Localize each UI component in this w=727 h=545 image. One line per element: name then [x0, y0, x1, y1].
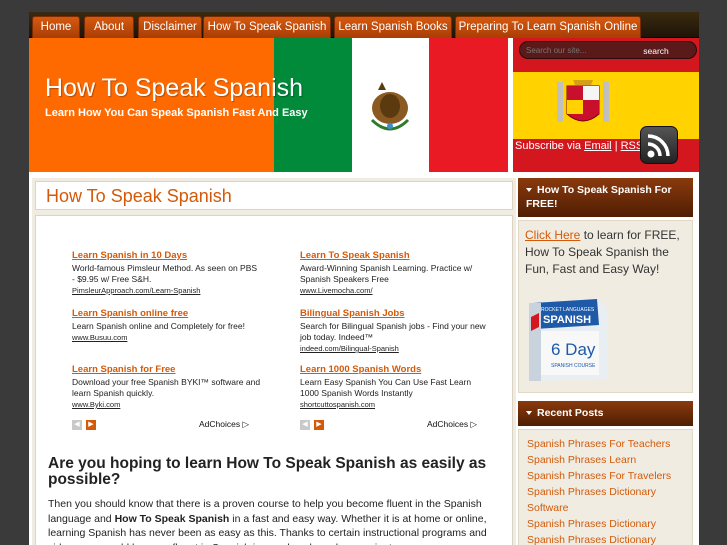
- ad-unit: Learn Spanish in 10 Days World-famous Pi…: [72, 250, 262, 295]
- main-content: How To Speak Spanish Learn Spanish in 10…: [32, 178, 516, 545]
- ad-url-link[interactable]: indeed.com/Bilingual-Spanish: [300, 344, 490, 353]
- ad-text: Award-Winning Spanish Learning. Practice…: [300, 263, 473, 284]
- ad-text: Learn Easy Spanish You Can Use Fast Lear…: [300, 377, 472, 398]
- recent-posts-title: Recent Posts: [537, 407, 604, 419]
- sidebar: How To Speak Spanish For FREE! Click Her…: [518, 178, 696, 545]
- ad-prev-arrow-icon[interactable]: ◀: [300, 420, 310, 430]
- product-line-3: 6 Day: [551, 340, 596, 359]
- ad-title-link[interactable]: Learn Spanish in 10 Days: [72, 250, 262, 261]
- subscribe-separator: |: [614, 140, 618, 152]
- site-title[interactable]: How To Speak Spanish: [45, 74, 303, 103]
- ad-prev-arrow-icon[interactable]: ◀: [72, 420, 82, 430]
- recent-post-link[interactable]: Spanish Phrases For Teachers: [527, 436, 684, 452]
- ad-unit: Learn Spanish online free Learn Spanish …: [72, 308, 262, 342]
- subscribe-line: Subscribe via Email | RSS: [515, 140, 643, 152]
- top-navigation: Home About Disclaimer How To Speak Spani…: [29, 12, 699, 38]
- ad-title-link[interactable]: Bilingual Spanish Jobs: [300, 308, 490, 319]
- nav-how-to-speak-spanish[interactable]: How To Speak Spanish: [203, 16, 331, 38]
- adchoices-label: AdChoices: [199, 419, 241, 429]
- nav-preparing-to-learn-spanish-online[interactable]: Preparing To Learn Spanish Online: [455, 16, 641, 38]
- product-box-image[interactable]: ROCKET LANGUAGES SPANISH 6 Day SPANISH C…: [527, 297, 609, 381]
- product-line-1: ROCKET LANGUAGES: [541, 307, 595, 313]
- ad-unit: Learn 1000 Spanish Words Learn Easy Span…: [300, 364, 490, 409]
- header-orange-panel: [29, 38, 274, 172]
- search-form: search: [519, 41, 697, 59]
- ad-unit: Bilingual Spanish Jobs Search for Biling…: [300, 308, 490, 353]
- ad-url-link[interactable]: www.Busuu.com: [72, 333, 262, 342]
- nav-disclaimer[interactable]: Disclaimer: [138, 16, 202, 38]
- ad-url-link[interactable]: PimsleurApproach.com/Learn-Spanish: [72, 286, 262, 295]
- recent-post-link[interactable]: Spanish Phrases Dictionary: [527, 532, 684, 545]
- page-wrapper: Home About Disclaimer How To Speak Spani…: [29, 12, 699, 545]
- ad-url-link[interactable]: www.Livemocha.com/: [300, 286, 490, 295]
- subscribe-email-link[interactable]: Email: [584, 140, 612, 152]
- ad-url-link[interactable]: shortcuttospanish.com: [300, 400, 490, 409]
- adchoices-label: AdChoices: [427, 419, 469, 429]
- ad-unit: Learn To Speak Spanish Award-Winning Spa…: [300, 250, 490, 295]
- post-body: Learn Spanish in 10 Days World-famous Pi…: [35, 215, 513, 545]
- ad-title-link[interactable]: Learn To Speak Spanish: [300, 250, 490, 261]
- nav-about[interactable]: About: [84, 16, 134, 38]
- mexico-flag-white: [352, 38, 429, 172]
- promo-widget-body: Click Here to learn for FREE, How To Spe…: [518, 220, 693, 393]
- ad-title-link[interactable]: Learn 1000 Spanish Words: [300, 364, 490, 375]
- ad-title-link[interactable]: Learn Spanish online free: [72, 308, 262, 319]
- recent-posts-header: Recent Posts: [518, 401, 693, 426]
- recent-post-link[interactable]: Spanish Phrases Dictionary Software: [527, 484, 684, 516]
- ad-next-arrow-icon[interactable]: ▶: [86, 420, 96, 430]
- product-line-2: SPANISH: [543, 314, 591, 326]
- site-header: How To Speak Spanish Learn How You Can S…: [29, 38, 699, 172]
- chevron-down-icon: [526, 188, 532, 193]
- post-title-box: How To Speak Spanish: [35, 181, 513, 210]
- recent-post-link[interactable]: Spanish Phrases Learn: [527, 452, 684, 468]
- search-input[interactable]: [526, 44, 638, 57]
- mexico-flag-green: [274, 38, 352, 172]
- post-title[interactable]: How To Speak Spanish: [46, 186, 232, 207]
- promo-widget-header: How To Speak Spanish For FREE!: [518, 178, 693, 217]
- article-paragraph: Then you should know that there is a pro…: [48, 497, 504, 545]
- chevron-down-icon: [526, 411, 532, 416]
- ad-text: World-famous Pimsleur Method. As seen on…: [72, 263, 258, 284]
- adchoices-link[interactable]: AdChoices ▷: [199, 419, 249, 430]
- nav-home[interactable]: Home: [32, 16, 80, 38]
- product-line-4: SPANISH COURSE: [551, 363, 596, 369]
- recent-posts-list: Spanish Phrases For Teachers Spanish Phr…: [518, 429, 693, 545]
- adchoices-icon: ▷: [470, 419, 478, 429]
- ad-text: Download your free Spanish BYKI™ softwar…: [72, 377, 261, 398]
- recent-post-link[interactable]: Spanish Phrases For Travelers: [527, 468, 684, 484]
- promo-click-here-link[interactable]: Click Here: [525, 228, 580, 242]
- promo-widget-title: How To Speak Spanish For FREE!: [526, 184, 672, 210]
- adchoices-icon: ▷: [242, 419, 250, 429]
- recent-post-link[interactable]: Spanish Phrases Dictionary: [527, 516, 684, 532]
- ad-next-arrow-icon[interactable]: ▶: [314, 420, 324, 430]
- ad-unit: Learn Spanish for Free Download your fre…: [72, 364, 262, 409]
- mexico-flag-red: [429, 38, 508, 172]
- promo-text: Click Here to learn for FREE, How To Spe…: [525, 227, 685, 278]
- ad-url-link[interactable]: www.Byki.com: [72, 400, 262, 409]
- subscribe-label: Subscribe via: [515, 140, 582, 152]
- ad-text: Learn Spanish online and Completely for …: [72, 321, 245, 331]
- ad-text: Search for Bilingual Spanish jobs - Find…: [300, 321, 486, 342]
- site-tagline: Learn How You Can Speak Spanish Fast And…: [45, 107, 308, 119]
- mexico-eagle-emblem: [370, 82, 410, 131]
- nav-learn-spanish-books[interactable]: Learn Spanish Books: [334, 16, 452, 38]
- rss-icon[interactable]: [640, 126, 678, 164]
- ad-title-link[interactable]: Learn Spanish for Free: [72, 364, 262, 375]
- article-heading: Are you hoping to learn How To Speak Spa…: [48, 455, 487, 488]
- search-button[interactable]: search: [638, 44, 674, 57]
- paragraph-keyword: How To Speak Spanish: [114, 512, 230, 525]
- adchoices-link[interactable]: AdChoices ▷: [427, 419, 477, 430]
